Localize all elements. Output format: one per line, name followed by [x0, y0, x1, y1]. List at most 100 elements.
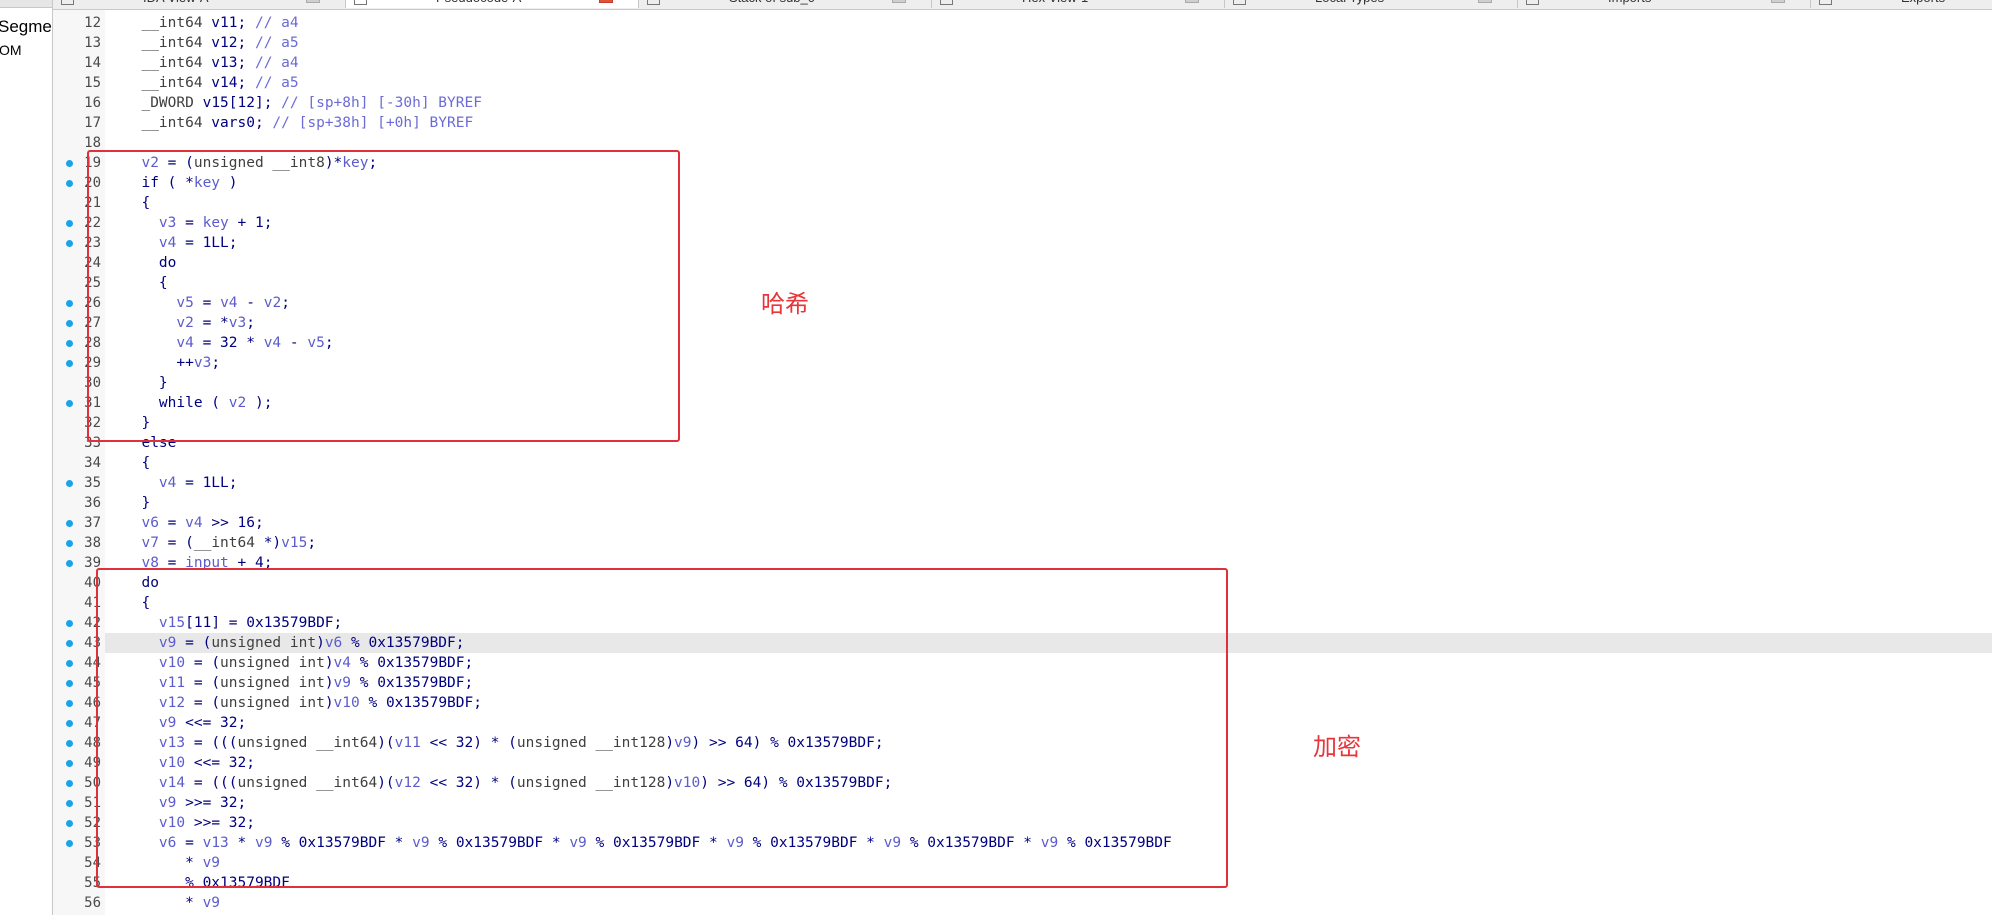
encrypt-annotation-box — [96, 568, 1228, 888]
tab-view-icon — [940, 0, 953, 5]
code-token: _DWORD — [141, 95, 194, 111]
segments-row[interactable]: OM — [0, 42, 22, 58]
code-line[interactable]: 35 v4 = 1LL; — [53, 473, 1992, 493]
line-number: 38 — [84, 535, 101, 551]
breakpoint-dot-icon[interactable] — [66, 620, 73, 627]
breakpoint-dot-icon[interactable] — [66, 400, 73, 407]
code-token: >> 16; — [202, 515, 264, 531]
line-number: 39 — [84, 555, 101, 571]
tab-stack-of-sub-0[interactable]: Stack of sub_0 — [639, 0, 932, 8]
code-text[interactable]: v7 = (__int64 *)v15; — [124, 533, 316, 553]
breakpoint-dot-icon[interactable] — [66, 840, 73, 847]
tab-label: Hex View-1 — [1022, 0, 1088, 5]
code-token[interactable]: v9 — [203, 895, 220, 911]
tab-view-icon — [61, 0, 74, 5]
code-text[interactable]: __int64 v11; // a4 — [124, 13, 298, 33]
code-token: __int64 — [141, 35, 203, 51]
code-text[interactable]: __int64 v12; // a5 — [124, 33, 298, 53]
breakpoint-dot-icon[interactable] — [66, 520, 73, 527]
code-text[interactable]: __int64 v14; // a5 — [124, 73, 298, 93]
line-number: 17 — [84, 115, 101, 131]
tab-close-icon[interactable] — [306, 0, 320, 3]
tab-bar: IDA View-A Pseudocode-A Stack of sub_0 Hex … — [53, 0, 1992, 10]
code-token: v11; — [202, 15, 255, 31]
code-token[interactable]: v4 — [185, 515, 202, 531]
breakpoint-dot-icon[interactable] — [66, 700, 73, 707]
tab-close-icon[interactable] — [599, 0, 613, 3]
tab-local-types[interactable]: Local Types — [1225, 0, 1518, 8]
breakpoint-dot-icon[interactable] — [66, 540, 73, 547]
tab-view-icon — [354, 0, 367, 5]
code-line[interactable]: 14 __int64 v13; // a4 — [53, 53, 1992, 73]
tab-exports[interactable]: Exports — [1811, 0, 1992, 8]
code-text[interactable]: _DWORD v15[12]; // [sp+8h] [-30h] BYREF — [124, 93, 482, 113]
code-token[interactable]: v7 — [141, 535, 158, 551]
breakpoint-dot-icon[interactable] — [66, 780, 73, 787]
code-line[interactable]: 15 __int64 v14; // a5 — [53, 73, 1992, 93]
line-number: 44 — [84, 655, 101, 671]
breakpoint-dot-icon[interactable] — [66, 800, 73, 807]
breakpoint-dot-icon[interactable] — [66, 340, 73, 347]
tab-pseudocode-a[interactable]: Pseudocode-A — [346, 0, 639, 8]
code-token: = — [158, 515, 186, 531]
breakpoint-dot-icon[interactable] — [66, 760, 73, 767]
code-token[interactable]: v6 — [141, 515, 158, 531]
code-token: __int64 — [141, 75, 203, 91]
tab-hex-view-1[interactable]: Hex View-1 — [932, 0, 1225, 8]
code-line[interactable]: 12 __int64 v11; // a4 — [53, 13, 1992, 33]
code-line[interactable]: 36 } — [53, 493, 1992, 513]
tab-close-icon[interactable] — [1771, 0, 1785, 3]
code-token: // [sp+8h] [-30h] BYREF — [281, 95, 482, 111]
tab-label: IDA View-A — [143, 0, 209, 5]
code-line[interactable]: 13 __int64 v12; // a5 — [53, 33, 1992, 53]
code-text[interactable]: __int64 v13; // a4 — [124, 53, 298, 73]
code-token[interactable]: v4 — [159, 475, 176, 491]
code-line[interactable]: 17 __int64 vars0; // [sp+38h] [+0h] BYRE… — [53, 113, 1992, 133]
breakpoint-dot-icon[interactable] — [66, 560, 73, 567]
breakpoint-dot-icon[interactable] — [66, 300, 73, 307]
line-number: 51 — [84, 795, 101, 811]
tab-imports[interactable]: Imports — [1518, 0, 1811, 8]
code-token: vars0; — [202, 115, 273, 131]
breakpoint-dot-icon[interactable] — [66, 680, 73, 687]
tab-label: Imports — [1608, 0, 1651, 5]
segments-column-header[interactable]: Segmer — [0, 17, 52, 37]
segments-panel-toolbar — [0, 0, 52, 8]
line-number: 53 — [84, 835, 101, 851]
line-number: 41 — [84, 595, 101, 611]
tab-ida-view-a[interactable]: IDA View-A — [53, 0, 346, 8]
tab-close-icon[interactable] — [1478, 0, 1492, 3]
code-text[interactable]: __int64 vars0; // [sp+38h] [+0h] BYREF — [124, 113, 473, 133]
tab-label: Exports — [1901, 0, 1945, 5]
breakpoint-dot-icon[interactable] — [66, 320, 73, 327]
breakpoint-dot-icon[interactable] — [66, 220, 73, 227]
code-text[interactable]: v4 = 1LL; — [124, 473, 238, 493]
tab-close-icon[interactable] — [1185, 0, 1199, 3]
code-text[interactable]: { — [124, 453, 150, 473]
breakpoint-dot-icon[interactable] — [66, 720, 73, 727]
code-text[interactable]: v6 = v4 >> 16; — [124, 513, 264, 533]
code-line[interactable]: 38 v7 = (__int64 *)v15; — [53, 533, 1992, 553]
breakpoint-dot-icon[interactable] — [66, 820, 73, 827]
breakpoint-dot-icon[interactable] — [66, 480, 73, 487]
hash-annotation-label: 哈希 — [761, 290, 809, 318]
tab-close-icon[interactable] — [892, 0, 906, 3]
code-token: // [sp+38h] [+0h] BYREF — [272, 115, 474, 131]
code-line[interactable]: 34 { — [53, 453, 1992, 473]
line-number: 55 — [84, 875, 101, 891]
code-text[interactable]: } — [124, 493, 150, 513]
breakpoint-dot-icon[interactable] — [66, 660, 73, 667]
breakpoint-dot-icon[interactable] — [66, 640, 73, 647]
breakpoint-dot-icon[interactable] — [66, 180, 73, 187]
code-line[interactable]: 16 _DWORD v15[12]; // [sp+8h] [-30h] BYR… — [53, 93, 1992, 113]
code-token[interactable]: v15 — [281, 535, 307, 551]
breakpoint-dot-icon[interactable] — [66, 360, 73, 367]
code-line[interactable]: 56 * v9 — [53, 893, 1992, 913]
code-line[interactable]: 37 v6 = v4 >> 16; — [53, 513, 1992, 533]
code-text[interactable]: * v9 — [124, 893, 220, 913]
breakpoint-dot-icon[interactable] — [66, 240, 73, 247]
breakpoint-dot-icon[interactable] — [66, 740, 73, 747]
breakpoint-dot-icon[interactable] — [66, 160, 73, 167]
